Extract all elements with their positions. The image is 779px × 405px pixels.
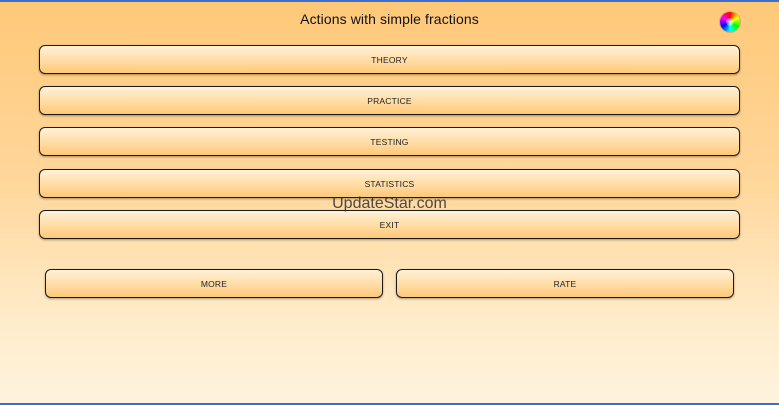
testing-button[interactable]: TESTING xyxy=(39,127,740,156)
practice-button[interactable]: PRACTICE xyxy=(39,86,740,115)
more-button[interactable]: MORE xyxy=(45,269,383,298)
rate-button[interactable]: RATE xyxy=(396,269,734,298)
theory-button[interactable]: THEORY xyxy=(39,45,740,74)
statistics-button[interactable]: STATISTICS xyxy=(39,169,740,198)
app-title: Actions with simple fractions xyxy=(300,11,479,27)
color-wheel-icon[interactable] xyxy=(720,12,740,32)
exit-button[interactable]: EXIT xyxy=(39,210,740,239)
